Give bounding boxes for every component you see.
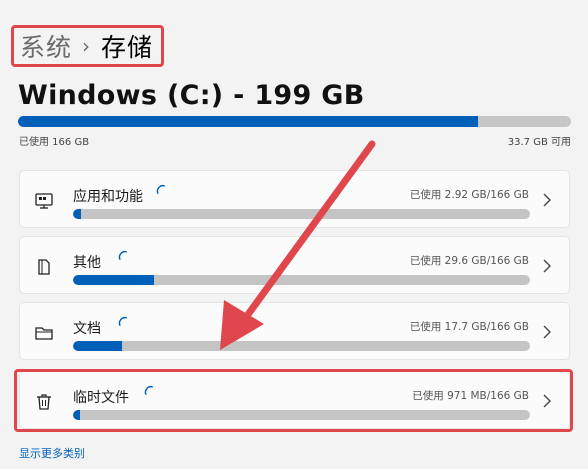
show-more-categories-link[interactable]: 显示更多类别: [19, 445, 85, 461]
annotation-arrow-icon: [220, 140, 376, 350]
